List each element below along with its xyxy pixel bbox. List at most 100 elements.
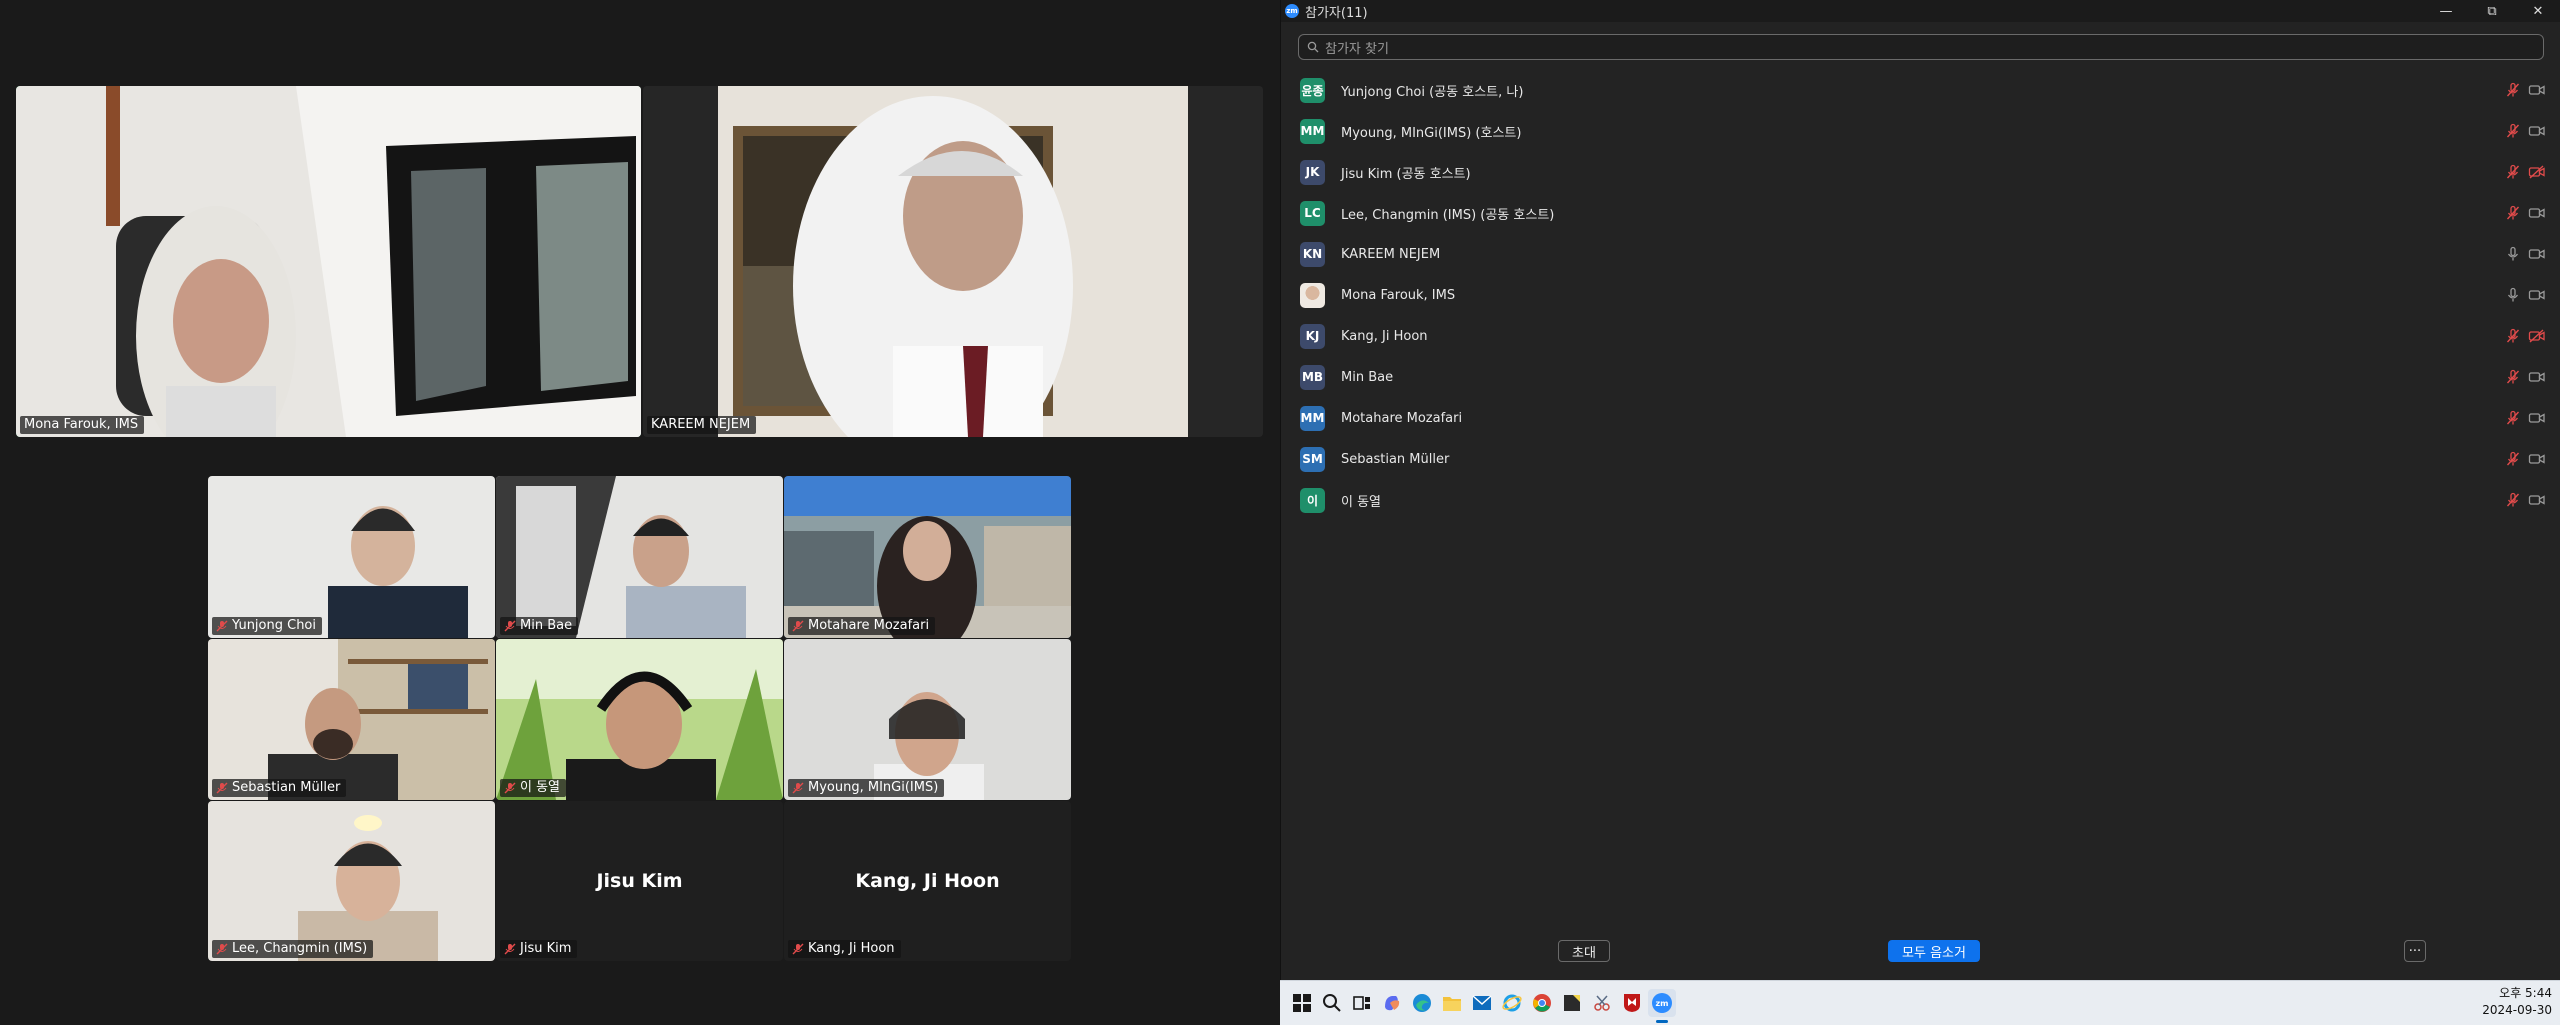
zoom-icon[interactable]: zm	[1648, 989, 1676, 1023]
participant-video	[784, 476, 1071, 638]
camera-icon[interactable]	[2528, 82, 2546, 98]
participant-row[interactable]: 이 이 동열	[1281, 480, 2560, 520]
video-tile-active-speaker[interactable]: Mona Farouk, IMS	[16, 86, 641, 437]
video-tile-motahare-mozafari[interactable]: Motahare Mozafari	[784, 476, 1071, 638]
mic-muted-icon[interactable]	[2505, 328, 2521, 344]
participant-row[interactable]: MM Motahare Mozafari	[1281, 398, 2560, 438]
participant-row[interactable]: KN KAREEM NEJEM	[1281, 234, 2560, 274]
participant-name-tag: Kang, Ji Hoon	[788, 940, 901, 958]
video-tile-kareem[interactable]: KAREEM NEJEM	[643, 86, 1263, 437]
camera-icon[interactable]	[2528, 451, 2546, 467]
camera-icon[interactable]	[2528, 410, 2546, 426]
mic-muted-icon[interactable]	[2505, 451, 2521, 467]
mic-muted-icon[interactable]	[2505, 410, 2521, 426]
mic-muted-icon	[216, 943, 228, 955]
edge-icon[interactable]	[1408, 989, 1436, 1017]
mic-muted-icon	[216, 620, 228, 632]
mic-muted-icon[interactable]	[2505, 205, 2521, 221]
sticky-notes-icon[interactable]	[1558, 989, 1586, 1017]
snipping-tool-icon[interactable]	[1588, 989, 1616, 1017]
clock-date: 2024-09-30	[2482, 1003, 2552, 1017]
mic-muted-icon[interactable]	[2505, 492, 2521, 508]
internet-explorer-icon[interactable]	[1498, 989, 1526, 1017]
video-tile-min-bae[interactable]: Min Bae	[496, 476, 783, 638]
avatar: 이	[1300, 487, 1325, 513]
camera-icon[interactable]	[2528, 492, 2546, 508]
mic-muted-icon[interactable]	[2505, 164, 2521, 180]
invite-button[interactable]: 초대	[1558, 940, 1610, 962]
video-tile-myoung-mingi[interactable]: Myoung, MInGi(IMS)	[784, 639, 1071, 800]
video-tile-lee-dongyeol[interactable]: 이 동열	[496, 639, 783, 800]
system-clock[interactable]: 오후 5:44 2024-09-30	[2482, 985, 2552, 1019]
mic-muted-icon	[504, 943, 516, 955]
windows-start-icon[interactable]	[1288, 989, 1316, 1017]
avatar: MB	[1300, 364, 1325, 390]
mic-muted-icon	[792, 943, 804, 955]
chrome-icon[interactable]	[1528, 989, 1556, 1017]
mcafee-icon[interactable]	[1618, 989, 1646, 1017]
camera-icon[interactable]	[2528, 123, 2546, 139]
camera-off-icon[interactable]	[2528, 164, 2546, 180]
mic-icon[interactable]	[2505, 287, 2521, 303]
participant-video	[643, 86, 1263, 437]
mic-muted-icon	[504, 782, 516, 794]
search-placeholder: 참가자 찾기	[1325, 41, 1389, 57]
mic-muted-icon	[504, 620, 516, 632]
participant-name-tag: Min Bae	[500, 617, 579, 635]
participant-name-tag: Jisu Kim	[500, 940, 578, 958]
participant-name-tag: Yunjong Choi	[212, 617, 322, 635]
avatar: JK	[1300, 159, 1325, 185]
camera-icon[interactable]	[2528, 205, 2546, 221]
participant-video	[208, 476, 495, 638]
close-button[interactable]: ✕	[2515, 0, 2560, 22]
participant-name-tag: Myoung, MInGi(IMS)	[788, 779, 945, 797]
panel-footer: 초대 모두 음소거 ···	[1281, 940, 2560, 980]
video-tile-yunjong-choi[interactable]: Yunjong Choi	[208, 476, 495, 638]
avatar: MM	[1300, 405, 1325, 431]
participant-search-input[interactable]: 참가자 찾기	[1298, 34, 2544, 60]
participant-row[interactable]: Mona Farouk, IMS	[1281, 275, 2560, 315]
participant-name: Min Bae	[1341, 369, 1394, 385]
mic-muted-icon[interactable]	[2505, 123, 2521, 139]
camera-icon[interactable]	[2528, 246, 2546, 262]
video-tile-jisu-kim[interactable]: Jisu Kim Jisu Kim	[496, 801, 783, 961]
restore-button[interactable]: ⧉	[2469, 0, 2515, 22]
camera-icon[interactable]	[2528, 369, 2546, 385]
participant-name-tag: Mona Farouk, IMS	[20, 416, 145, 434]
more-options-button[interactable]: ···	[2404, 940, 2426, 962]
participant-name-tag: Lee, Changmin (IMS)	[212, 940, 374, 958]
camera-off-display-name: Jisu Kim	[596, 870, 683, 892]
mic-muted-icon[interactable]	[2505, 369, 2521, 385]
participant-row[interactable]: 윤종 Yunjong Choi (공동 호스트, 나)	[1281, 70, 2560, 110]
copilot-icon[interactable]	[1378, 989, 1406, 1017]
video-tile-sebastian-muller[interactable]: Sebastian Müller	[208, 639, 495, 800]
participant-name: Kang, Ji Hoon	[1341, 328, 1428, 344]
participants-panel: zm 참가자(11) — ⧉ ✕ 참가자 찾기 윤종 Yunjong Choi (…	[1280, 0, 2560, 980]
participant-row[interactable]: KJ Kang, Ji Hoon	[1281, 316, 2560, 356]
mail-icon[interactable]	[1468, 989, 1496, 1017]
camera-icon[interactable]	[2528, 287, 2546, 303]
mic-muted-icon	[792, 782, 804, 794]
participant-row[interactable]: LC Lee, Changmin (IMS) (공동 호스트)	[1281, 193, 2560, 233]
participant-row[interactable]: MM Myoung, MInGi(IMS) (호스트)	[1281, 111, 2560, 151]
participant-row[interactable]: JK Jisu Kim (공동 호스트)	[1281, 152, 2560, 192]
participant-video	[496, 639, 783, 800]
camera-off-icon[interactable]	[2528, 328, 2546, 344]
mic-muted-icon[interactable]	[2505, 82, 2521, 98]
participant-row[interactable]: SM Sebastian Müller	[1281, 439, 2560, 479]
avatar	[1300, 282, 1325, 308]
task-view-icon[interactable]	[1348, 989, 1376, 1017]
file-explorer-icon[interactable]	[1438, 989, 1466, 1017]
search-icon[interactable]	[1318, 989, 1346, 1017]
participant-name: Mona Farouk, IMS	[1341, 287, 1456, 303]
mute-all-button[interactable]: 모두 음소거	[1888, 940, 1980, 962]
participant-video	[208, 801, 495, 961]
camera-off-display-name: Kang, Ji Hoon	[855, 870, 1000, 892]
mic-icon[interactable]	[2505, 246, 2521, 262]
avatar: 윤종	[1300, 77, 1325, 103]
participant-row[interactable]: MB Min Bae	[1281, 357, 2560, 397]
video-tile-lee-changmin[interactable]: Lee, Changmin (IMS)	[208, 801, 495, 961]
video-tile-kang-ji-hoon[interactable]: Kang, Ji Hoon Kang, Ji Hoon	[784, 801, 1071, 961]
minimize-button[interactable]: —	[2423, 0, 2469, 22]
search-icon	[1307, 41, 1319, 53]
